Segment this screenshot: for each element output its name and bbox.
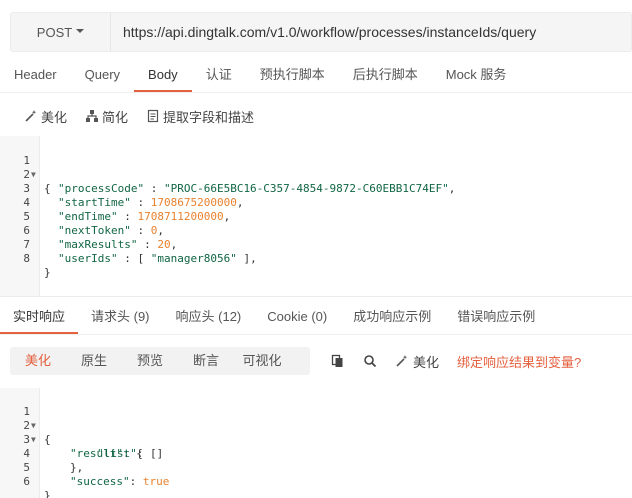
- json-tail: ],: [236, 252, 257, 265]
- chevron-down-icon: [76, 29, 85, 33]
- beautify-label: 美化: [41, 109, 68, 125]
- json-value: "manager8056": [150, 252, 237, 265]
- bind-to-variable-link[interactable]: 绑定响应结果到变量?: [457, 352, 581, 371]
- tab-pre-script[interactable]: 预执行脚本: [246, 60, 339, 92]
- tab-response-headers[interactable]: 响应头 (12): [163, 302, 255, 334]
- tab-success-example[interactable]: 成功响应示例: [340, 302, 444, 334]
- tab-mock[interactable]: Mock 服务: [432, 60, 521, 92]
- magic-wand-icon: [24, 109, 38, 123]
- panel-divider[interactable]: [0, 296, 632, 297]
- tab-request-headers[interactable]: 请求头 (9): [78, 302, 163, 334]
- request-body-editor[interactable]: 1 ▼ { 2 "processCode" : "PROC-66E5BC16-C…: [0, 136, 632, 296]
- simplify-button[interactable]: 简化: [85, 107, 128, 126]
- beautify-button[interactable]: 美化: [24, 107, 67, 126]
- url-bar: POST https://api.dingtalk.com/v1.0/workf…: [10, 12, 632, 52]
- json-sep: : [: [117, 252, 151, 265]
- magic-wand-icon: [394, 353, 410, 369]
- request-tabs: Header Query Body 认证 预执行脚本 后执行脚本 Mock 服务: [0, 60, 632, 92]
- search-icon[interactable]: [362, 353, 378, 369]
- tab-body[interactable]: Body: [134, 60, 192, 92]
- tabs-divider: [0, 92, 632, 93]
- response-beautify-button[interactable]: 美化: [394, 352, 439, 371]
- view-visualize[interactable]: 可视化: [234, 347, 290, 375]
- close-brace: }: [44, 489, 51, 498]
- tab-cookie[interactable]: Cookie (0): [254, 302, 340, 334]
- response-view-switcher: 美化 原生 预览 断言 可视化: [10, 347, 310, 375]
- extract-fields-button[interactable]: 提取字段和描述: [146, 107, 254, 126]
- code-line: 1 ▼ {: [0, 391, 632, 446]
- tab-header[interactable]: Header: [0, 60, 71, 92]
- line-number: 8: [23, 252, 30, 265]
- body-toolbar: 美化 简化 提取字段和描述: [0, 100, 272, 132]
- method-select[interactable]: POST: [11, 13, 111, 51]
- json-value: true: [142, 475, 170, 488]
- code-line: 5 "success": true: [0, 447, 632, 488]
- url-input[interactable]: https://api.dingtalk.com/v1.0/workflow/p…: [111, 24, 631, 40]
- method-label: POST: [36, 24, 73, 40]
- close-brace: }: [44, 266, 51, 279]
- response-toolbar: 美化 绑定响应结果到变量?: [330, 347, 581, 375]
- line-number: 6: [23, 475, 30, 488]
- view-assert[interactable]: 断言: [178, 347, 234, 375]
- code-line: 4 "endTime" : 1708711200000,: [0, 182, 632, 223]
- code-line: 3 "startTime" : 1708675200000,: [0, 168, 632, 209]
- simplify-label: 简化: [102, 109, 129, 125]
- tab-query[interactable]: Query: [71, 60, 134, 92]
- view-preview[interactable]: 预览: [122, 347, 178, 375]
- tab-live-response[interactable]: 实时响应: [0, 302, 79, 334]
- code-line: 3 "list": []: [0, 419, 632, 460]
- response-tabs: 实时响应 请求头 (9) 响应头 (12) Cookie (0) 成功响应示例 …: [0, 302, 548, 334]
- tabs-divider: [0, 334, 632, 335]
- code-line: 7 "userIds" : [ "manager8056" ],: [0, 224, 632, 265]
- json-key: "userIds": [58, 252, 118, 265]
- view-pretty[interactable]: 美化: [10, 347, 66, 375]
- copy-icon[interactable]: [330, 353, 346, 369]
- tab-error-example[interactable]: 错误响应示例: [444, 302, 548, 334]
- json-key: "success": [70, 475, 130, 488]
- response-body-viewer[interactable]: 1 ▼ { 2 ▼ "result": { 3 "list": [] 4 }, …: [0, 388, 632, 498]
- code-line: 2 "processCode" : "PROC-66E5BC16-C357-48…: [0, 154, 632, 195]
- code-line: 4 },: [0, 433, 632, 474]
- code-line: 1 ▼ {: [0, 140, 632, 195]
- view-raw[interactable]: 原生: [66, 347, 122, 375]
- tab-auth[interactable]: 认证: [192, 60, 246, 92]
- response-beautify-label: 美化: [413, 354, 440, 370]
- json-sep: :: [129, 475, 143, 488]
- code-line: 6 "maxResults" : 20,: [0, 210, 632, 251]
- tab-post-script[interactable]: 后执行脚本: [339, 60, 432, 92]
- code-line: 6 }: [0, 461, 632, 498]
- code-line: 2 ▼ "result": {: [0, 405, 632, 460]
- hierarchy-icon: [85, 109, 99, 123]
- document-icon: [146, 109, 160, 123]
- code-line: 5 "nextToken" : 0,: [0, 196, 632, 237]
- extract-fields-label: 提取字段和描述: [163, 109, 255, 125]
- code-line: 8 }: [0, 238, 632, 279]
